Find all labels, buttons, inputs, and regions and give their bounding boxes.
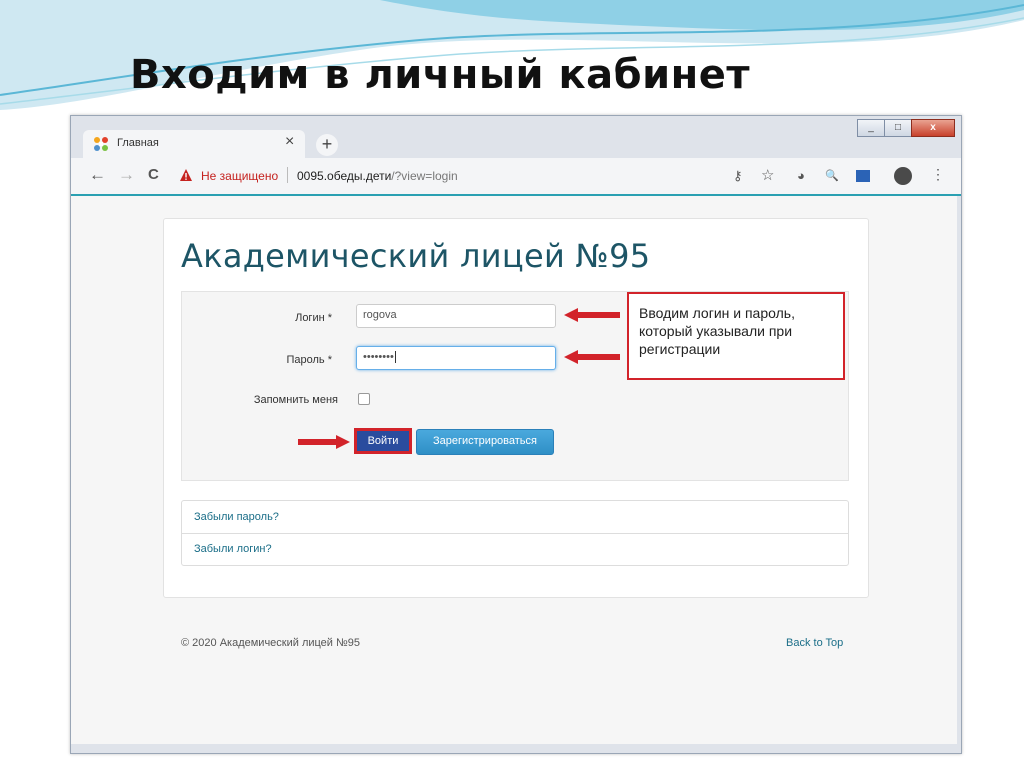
url-host: 0095.обеды.дети: [297, 169, 392, 183]
tab-bar: Главная × + _ □ x: [71, 116, 961, 158]
security-status[interactable]: Не защищено: [201, 169, 278, 183]
forgot-login-link[interactable]: Забыли логин?: [194, 543, 272, 555]
content-card: Академический лицей №95 Логин * rogova П…: [163, 218, 869, 598]
warning-icon: [180, 169, 192, 181]
menu-kebab-icon[interactable]: ⋮: [931, 166, 945, 183]
text-caret: [394, 351, 396, 364]
recovery-links: Забыли пароль? Забыли логин?: [181, 500, 849, 566]
extension-icon[interactable]: ◕: [797, 168, 805, 183]
forward-button[interactable]: →: [118, 166, 135, 184]
footer-copyright: © 2020 Академический лицей №95: [181, 637, 361, 649]
search-extension-icon[interactable]: 🔍: [825, 169, 839, 182]
maximize-button[interactable]: □: [884, 119, 912, 137]
login-input[interactable]: rogova: [356, 304, 556, 328]
joomla-favicon-icon: [94, 137, 108, 151]
remember-checkbox[interactable]: [358, 393, 370, 405]
arrow-to-login-button-icon: [298, 435, 350, 449]
remember-label: Запомнить меня: [253, 394, 338, 406]
login-button[interactable]: Войти: [354, 428, 412, 454]
register-button[interactable]: Зарегистрироваться: [416, 429, 554, 455]
url-separator: [287, 167, 288, 183]
tab-home[interactable]: Главная ×: [83, 130, 305, 158]
url-path: /?view=login: [391, 169, 458, 183]
password-label: Пароль *: [286, 354, 332, 366]
reload-button[interactable]: C: [148, 166, 159, 184]
window-controls: _ □ x: [857, 119, 955, 137]
page-viewport: Академический лицей №95 Логин * rogova П…: [71, 196, 957, 744]
forgot-password-link[interactable]: Забыли пароль?: [194, 511, 279, 523]
key-icon[interactable]: ⚷: [733, 168, 743, 184]
links-divider: [182, 533, 848, 534]
back-button[interactable]: ←: [89, 166, 106, 184]
arrow-to-login-icon: [564, 308, 620, 322]
tab-title: Главная: [117, 137, 159, 149]
star-icon[interactable]: ☆: [761, 166, 774, 184]
login-form: Логин * rogova Пароль * •••••••• Запомни…: [181, 291, 849, 481]
profile-avatar[interactable]: [894, 167, 912, 185]
close-window-button[interactable]: x: [911, 119, 955, 137]
arrow-to-password-icon: [564, 350, 620, 364]
tab-close-icon[interactable]: ×: [285, 133, 294, 151]
login-label: Логин *: [295, 312, 332, 324]
password-input[interactable]: ••••••••: [356, 346, 556, 370]
slide-title: Входим в личный кабинет: [130, 52, 751, 98]
minimize-button[interactable]: _: [857, 119, 885, 137]
annotation-callout: Вводим логин и пароль, который указывали…: [627, 292, 845, 380]
browser-toolbar: ← → C Не защищено 0095.обеды.дети/?view=…: [71, 158, 961, 196]
password-value: ••••••••: [363, 351, 394, 363]
back-to-top-link[interactable]: Back to Top: [786, 637, 843, 649]
new-tab-button[interactable]: +: [316, 134, 338, 156]
address-bar[interactable]: Не защищено 0095.обеды.дети/?view=login: [171, 165, 731, 187]
site-title: Академический лицей №95: [181, 237, 651, 275]
url-text: 0095.обеды.дети/?view=login: [297, 169, 458, 183]
extension-flag-icon[interactable]: [856, 170, 870, 182]
browser-window: Главная × + _ □ x ← → C Не защищено 0095…: [70, 115, 962, 754]
